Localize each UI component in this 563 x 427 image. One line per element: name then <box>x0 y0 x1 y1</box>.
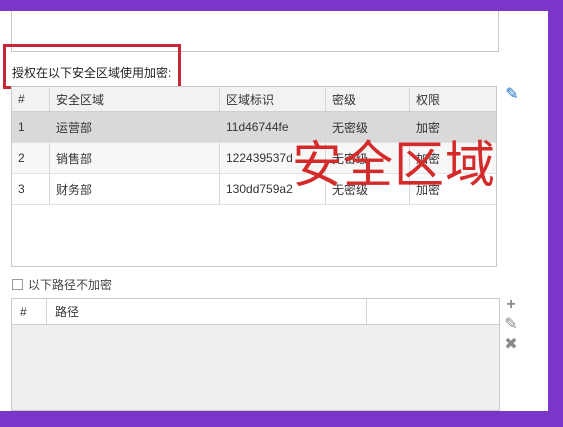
settings-panel: 授权在以下安全区域使用加密: ✎ # 安全区域 区域标识 密级 权限 1 运营部… <box>0 11 548 411</box>
row-number: 2 <box>12 143 50 173</box>
header-path[interactable]: 路径 <box>47 299 367 324</box>
pencil-icon[interactable]: ✎ <box>503 86 521 104</box>
zone-name: 财务部 <box>50 174 220 204</box>
row-number: 1 <box>12 112 50 142</box>
header-zone[interactable]: 安全区域 <box>50 87 220 111</box>
table-header: # 安全区域 区域标识 密级 权限 <box>12 87 496 112</box>
overlay-annotation: 安全区域 <box>292 137 496 193</box>
header-spacer <box>367 299 499 324</box>
no-encrypt-label: 以下路径不加密 <box>28 278 113 292</box>
header-level[interactable]: 密级 <box>326 87 410 111</box>
zone-name: 运营部 <box>50 112 220 142</box>
no-encrypt-option[interactable]: 以下路径不加密 <box>12 276 112 293</box>
pencil-icon[interactable]: ✎ <box>504 317 517 333</box>
header-number[interactable]: # <box>12 87 50 111</box>
header-permission[interactable]: 权限 <box>410 87 496 111</box>
table-header: # 路径 <box>12 299 499 325</box>
bottom-strip <box>0 411 563 427</box>
header-zone-id[interactable]: 区域标识 <box>220 87 326 111</box>
zone-name: 销售部 <box>50 143 220 173</box>
path-table: # 路径 <box>11 298 500 411</box>
highlight-box <box>3 44 181 89</box>
no-encrypt-checkbox[interactable] <box>12 279 23 290</box>
close-icon[interactable]: ✖ <box>504 337 517 353</box>
row-number: 3 <box>12 174 50 204</box>
path-actions: + ✎ ✖ <box>502 297 520 353</box>
header-number[interactable]: # <box>12 299 47 324</box>
plus-icon[interactable]: + <box>506 297 515 313</box>
